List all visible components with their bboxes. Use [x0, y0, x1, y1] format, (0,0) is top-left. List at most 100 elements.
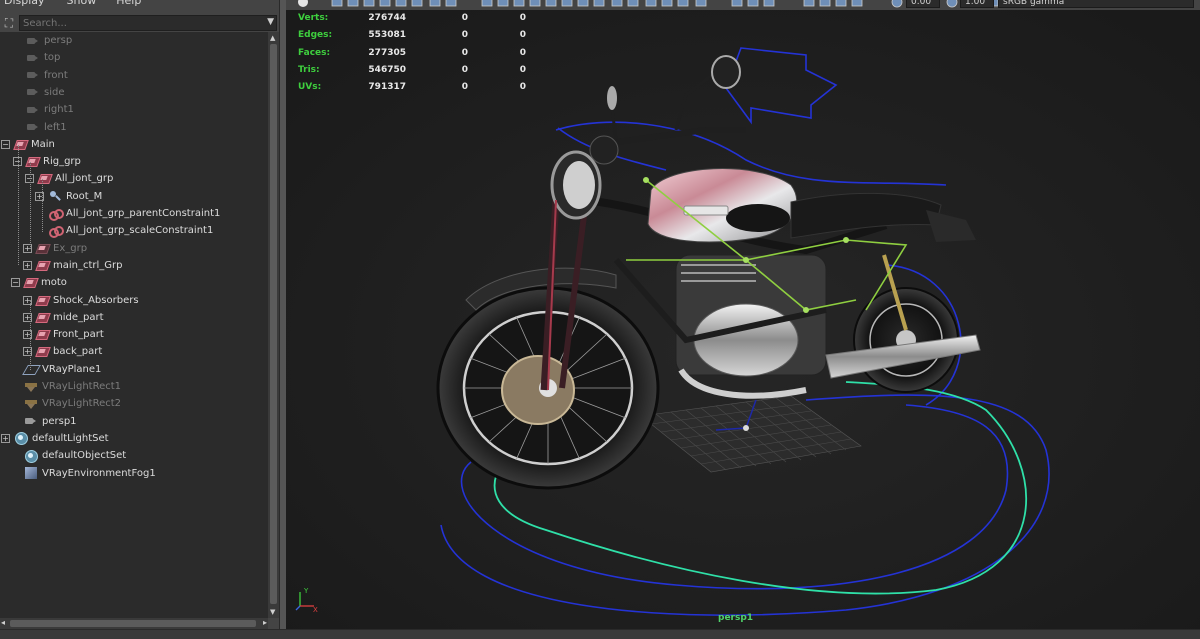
- collapse-icon[interactable]: −: [11, 278, 20, 288]
- outliner-item-label: defaultLightSet: [32, 432, 109, 444]
- search-dropdown-icon[interactable]: ▼: [267, 17, 274, 27]
- outliner-item-label: persp1: [42, 415, 77, 427]
- outliner-item-all-jont-grp-scaleconstraint1[interactable]: All_jont_grp_scaleConstraint1: [48, 222, 213, 239]
- exposure-field[interactable]: 0.00: [906, 0, 940, 8]
- hud-value: 277305: [368, 47, 406, 58]
- outliner-item-vrayenvironmentfog1[interactable]: VRayEnvironmentFog1: [24, 465, 156, 482]
- lasso-icon[interactable]: [819, 0, 831, 7]
- expand-icon[interactable]: +: [23, 260, 32, 270]
- outliner-item-vraylightrect2[interactable]: VRayLightRect2: [24, 395, 121, 412]
- outliner-item-top[interactable]: top: [26, 49, 60, 66]
- resolution-gate-icon[interactable]: [445, 0, 457, 7]
- default-material-icon[interactable]: [577, 0, 589, 7]
- screen-space-ao-icon[interactable]: [645, 0, 657, 7]
- two-d-pan-icon[interactable]: [379, 0, 391, 7]
- outliner-item-front-part[interactable]: + Front_part: [23, 326, 104, 343]
- shadows-icon[interactable]: [611, 0, 623, 7]
- outliner-tree: persp top front side right1 left1− Main − Rig_gr…: [0, 32, 268, 618]
- isolate-select-icon[interactable]: [731, 0, 743, 7]
- outliner-item-label: back_part: [53, 346, 103, 358]
- outliner-item-all-jont-grp[interactable]: − All_jont_grp: [25, 170, 113, 187]
- outliner-item-label: Root_M: [66, 190, 103, 202]
- bookmark-icon[interactable]: [347, 0, 359, 7]
- grease-pencil-icon[interactable]: [395, 0, 407, 7]
- outliner-item-main[interactable]: − Main: [1, 136, 55, 153]
- outliner-item-shock-absorbers[interactable]: + Shock_Absorbers: [23, 292, 139, 309]
- axis-y-label: Y: [303, 587, 309, 595]
- group-icon: [36, 346, 49, 357]
- outliner-item-label: VRayPlane1: [42, 363, 102, 375]
- smooth-shade-icon[interactable]: [561, 0, 573, 7]
- outliner-item-root-m[interactable]: + Root_M: [35, 188, 102, 205]
- scrollbar-thumb[interactable]: [270, 44, 277, 604]
- scrollbar-thumb[interactable]: [10, 620, 256, 627]
- search-input[interactable]: [19, 15, 277, 31]
- outliner-item-label: defaultObjectSet: [42, 450, 127, 462]
- textured-icon[interactable]: [593, 0, 605, 7]
- gamma-field[interactable]: 1.00: [960, 0, 994, 8]
- menu-show[interactable]: Show: [63, 0, 101, 8]
- outliner-item-label: Ex_grp: [53, 242, 88, 254]
- outliner-item-back-part[interactable]: + back_part: [23, 343, 102, 360]
- group-icon: [36, 312, 49, 323]
- outliner-item-label: Front_part: [53, 329, 104, 341]
- outliner-item-side[interactable]: side: [26, 84, 65, 101]
- camera-icon: [26, 104, 40, 116]
- perspective-viewport[interactable]: Verts: 276744 0 0 Edges: 553081 0 0 Faces: 277305…: [286, 10, 1200, 629]
- soft-select-icon[interactable]: [851, 0, 863, 7]
- xray-joints-icon[interactable]: [747, 0, 759, 7]
- scroll-right-icon[interactable]: ▸: [263, 618, 267, 627]
- scroll-up-icon[interactable]: ▲: [270, 34, 275, 42]
- outliner-item-right1[interactable]: right1: [26, 101, 74, 118]
- scroll-down-icon[interactable]: ▼: [270, 608, 275, 616]
- multisample-icon[interactable]: [677, 0, 689, 7]
- gate-mask-icon[interactable]: [481, 0, 493, 7]
- outliner-item-defaultobjectset[interactable]: defaultObjectSet: [24, 447, 126, 464]
- film-gate-icon[interactable]: [429, 0, 441, 7]
- safe-action-icon[interactable]: [513, 0, 525, 7]
- outliner-item-persp1[interactable]: persp1: [24, 413, 77, 430]
- camera-icon: [26, 52, 40, 64]
- menu-help[interactable]: Help: [112, 0, 145, 8]
- hud-value: 0: [519, 82, 526, 93]
- exposure-icon[interactable]: [891, 0, 903, 8]
- outliner-horizontal-scrollbar[interactable]: ◂ ▸: [0, 618, 268, 629]
- outliner-item-all-jont-grp-parentconstraint1[interactable]: All_jont_grp_parentConstraint1: [48, 205, 220, 222]
- outliner-item-vraylightrect1[interactable]: VRayLightRect1: [24, 378, 121, 395]
- scroll-left-icon[interactable]: ◂: [1, 618, 5, 627]
- outliner-item-left1[interactable]: left1: [26, 119, 67, 136]
- image-plane-icon[interactable]: [363, 0, 375, 7]
- outliner-item-moto[interactable]: − moto: [11, 274, 67, 291]
- outliner-vertical-scrollbar[interactable]: ▲ ▼: [268, 32, 279, 618]
- safe-title-icon[interactable]: [529, 0, 541, 7]
- outliner-item-ex-grp[interactable]: + Ex_grp: [23, 240, 87, 257]
- paint-select-icon[interactable]: [835, 0, 847, 7]
- field-chart-icon[interactable]: [497, 0, 509, 7]
- expand-icon[interactable]: +: [1, 433, 10, 443]
- outliner-item-vrayplane1[interactable]: VRayPlane1: [24, 361, 101, 378]
- select-camera-icon[interactable]: [298, 0, 308, 7]
- gamma-icon[interactable]: [946, 0, 958, 8]
- menu-display[interactable]: Display: [0, 0, 49, 8]
- outliner-item-main-ctrl-grp[interactable]: + main_ctrl_Grp: [23, 257, 123, 274]
- outliner-item-rig-grp[interactable]: − Rig_grp: [13, 153, 81, 170]
- outliner-item-mide-part[interactable]: + mide_part: [23, 309, 104, 326]
- outliner-item-persp[interactable]: persp: [26, 32, 72, 49]
- filter-icon[interactable]: ⛶: [0, 14, 18, 32]
- outliner-panel: Display Show Help ⛶ ▼ persp top front side r…: [0, 0, 280, 639]
- wireframe-icon[interactable]: [545, 0, 557, 7]
- select-tool-icon[interactable]: [803, 0, 815, 7]
- hud-row: Tris: 546750 0 0: [298, 65, 526, 77]
- hud-value: 0: [461, 13, 468, 23]
- xray-active-icon[interactable]: [763, 0, 775, 7]
- group-icon: [26, 156, 39, 167]
- lighting-icon[interactable]: [627, 0, 639, 7]
- grid-toggle-icon[interactable]: [411, 0, 423, 7]
- collapse-icon[interactable]: −: [1, 139, 10, 149]
- outliner-item-defaultlightset[interactable]: + defaultLightSet: [1, 430, 109, 447]
- outliner-item-front[interactable]: front: [26, 67, 68, 84]
- camera-attributes-icon[interactable]: [331, 0, 343, 7]
- motion-blur-icon[interactable]: [661, 0, 673, 7]
- xray-icon[interactable]: [695, 0, 707, 7]
- color-space-select[interactable]: sRGB gamma: [998, 0, 1194, 8]
